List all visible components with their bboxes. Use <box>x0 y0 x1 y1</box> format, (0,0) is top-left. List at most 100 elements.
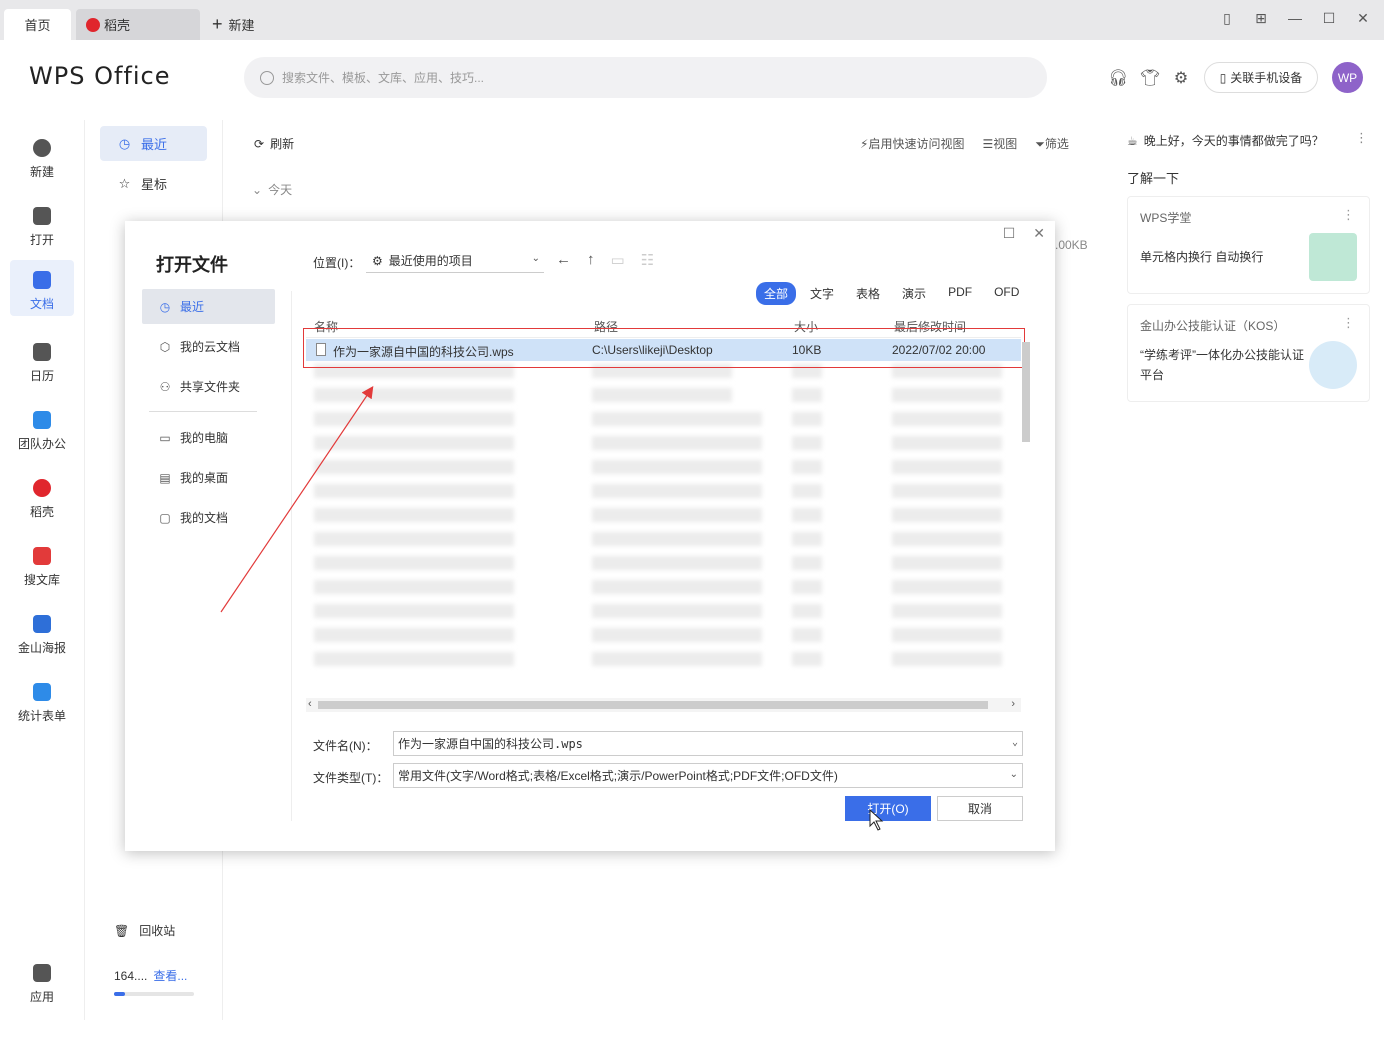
grid-icon[interactable]: ⊞ <box>1252 10 1270 27</box>
card-wps-academy[interactable]: WPS学堂 ⋮ 单元格内换行 自动换行 <box>1127 196 1370 294</box>
rail-docs[interactable]: 文档 <box>10 260 74 316</box>
rail-poster[interactable]: 金山海报 <box>10 604 74 660</box>
rail-open[interactable]: 打开 <box>10 196 74 252</box>
location-select[interactable]: ⚙ 最近使用的项目 ⌄ <box>366 249 544 273</box>
refresh-label: 刷新 <box>270 137 295 151</box>
apps-icon <box>33 964 51 982</box>
rail-team[interactable]: 团队办公 <box>10 400 74 456</box>
nav-star[interactable]: ☆ 星标 <box>100 166 207 201</box>
scroll-thumb[interactable] <box>1022 342 1030 442</box>
rail-apps[interactable]: 应用 <box>10 953 74 1009</box>
filename-label: 文件名(N)： <box>313 739 378 753</box>
more-icon[interactable]: ⋮ <box>1355 130 1368 146</box>
rail-library[interactable]: 搜文库 <box>10 536 74 592</box>
nav-recent[interactable]: ◷ 最近 <box>100 126 207 161</box>
tab-home-label: 首页 <box>24 18 51 33</box>
rail-new[interactable]: 新建 <box>10 128 74 184</box>
kos-thumb-icon <box>1309 341 1357 389</box>
header-icons: 🎧︎ 👕︎ ⚙ <box>1108 68 1190 88</box>
poster-icon <box>33 615 51 633</box>
filetype-select[interactable]: 常用文件(文字/Word格式;表格/Excel格式;演示/PowerPoint格… <box>393 763 1023 788</box>
trash-icon: 🗑︎ <box>114 923 130 938</box>
more-icon[interactable]: ⋮ <box>1342 207 1355 223</box>
card-title: WPS学堂 <box>1140 211 1192 225</box>
dlg-side-label: 最近 <box>180 300 205 314</box>
open-file-dialog: 打开文件 ☐ ✕ ◷ 最近 ⬡ 我的云文档 ⚇ 共享文件夹 ▭ 我的电脑 ▤ 我的桌面 ▢… <box>125 221 1055 851</box>
dlg-side-desktop[interactable]: ▤ 我的桌面 <box>142 460 275 495</box>
rail-apps-label: 应用 <box>29 990 54 1004</box>
tab-new[interactable]: + 新建 <box>212 9 255 40</box>
close-icon[interactable]: ✕ <box>1354 10 1372 27</box>
more-icon[interactable]: ⋮ <box>1342 315 1355 331</box>
tab-daoke[interactable]: 稻壳 <box>76 9 200 40</box>
learn-title: 了解一下 <box>1127 171 1180 186</box>
dialog-title: 打开文件 <box>156 255 228 275</box>
back-arrow-icon[interactable]: ← <box>556 251 571 269</box>
dlg-side-shared[interactable]: ⚇ 共享文件夹 <box>142 369 275 404</box>
today-label: 今天 <box>268 183 293 197</box>
rail-daoke[interactable]: 稻壳 <box>10 468 74 524</box>
scroll-thumb[interactable] <box>318 701 988 709</box>
dlg-side-divider <box>149 411 257 412</box>
vertical-scrollbar[interactable] <box>1020 314 1032 694</box>
horizontal-scrollbar[interactable]: ‹ › <box>306 698 1021 712</box>
rail-form[interactable]: 统计表单 <box>10 672 74 728</box>
filter-slides[interactable]: 演示 <box>894 282 934 305</box>
scroll-right-icon[interactable]: › <box>1011 698 1015 710</box>
filter-sheet[interactable]: 表格 <box>848 282 888 305</box>
card-kos[interactable]: 金山办公技能认证（KOS） ⋮ “学练考评”一体化办公技能认证平台 <box>1127 304 1370 402</box>
dlg-side-cloud[interactable]: ⬡ 我的云文档 <box>142 329 275 364</box>
cancel-button[interactable]: 取消 <box>937 796 1023 821</box>
close-icon[interactable]: ✕ <box>1033 225 1045 242</box>
highlight-box <box>303 328 1025 368</box>
dlg-side-documents[interactable]: ▢ 我的文档 <box>142 500 275 535</box>
up-arrow-icon[interactable]: ↑ <box>587 251 595 269</box>
card-desc: “学练考评”一体化办公技能认证平台 <box>1140 348 1304 382</box>
view-button[interactable]: ☰视图 <box>982 135 1017 152</box>
dlg-side-recent[interactable]: ◷ 最近 <box>142 289 275 324</box>
minimize-icon[interactable]: — <box>1286 10 1304 27</box>
rail-daoke-label: 稻壳 <box>29 505 54 519</box>
maximize-icon[interactable]: ☐ <box>1003 225 1016 242</box>
window-controls: ▯ ⊞ — ☐ ✕ <box>1218 10 1372 27</box>
chevron-down-icon[interactable]: ⌄ <box>1010 769 1018 780</box>
team-icon <box>33 411 51 429</box>
today-group[interactable]: ⌄ 今天 <box>252 181 292 198</box>
quick-view-button[interactable]: ⚡︎启用快速访问视图 <box>860 135 964 152</box>
shirt-icon[interactable]: 👕︎ <box>1140 68 1160 88</box>
location-nav: ← ↑ ▭ ☷ <box>556 251 654 269</box>
dlg-side-label: 我的电脑 <box>180 431 229 445</box>
search-icon <box>260 70 274 85</box>
rail-calendar[interactable]: 日历 <box>10 332 74 388</box>
chevron-down-icon: ⌄ <box>531 253 540 264</box>
dlg-side-label: 我的文档 <box>180 511 229 525</box>
search-bar[interactable]: 搜索文件、模板、文库、应用、技巧... <box>244 57 1047 98</box>
greeting-text: 晚上好，今天的事情都做完了吗？ <box>1143 134 1324 148</box>
computer-icon: ▭ <box>159 430 171 445</box>
filter-text[interactable]: 文字 <box>802 282 842 305</box>
view-mode-icon: ☷ <box>640 252 655 269</box>
new-folder-icon: ▭ <box>610 252 625 269</box>
filter-ofd[interactable]: OFD <box>986 282 1027 305</box>
nav-recent-label: 最近 <box>141 137 168 152</box>
maximize-icon[interactable]: ☐ <box>1320 10 1338 27</box>
tab-home[interactable]: 首页 <box>4 9 71 40</box>
quick-view-label: 启用快速访问视图 <box>868 137 965 151</box>
filter-pdf[interactable]: PDF <box>940 282 980 305</box>
layout-icon[interactable]: ▯ <box>1218 10 1236 27</box>
link-phone-button[interactable]: ▯ 关联手机设备 <box>1204 62 1318 93</box>
filter-button[interactable]: ⏷筛选 <box>1035 135 1069 152</box>
open-button[interactable]: 打开(O) <box>845 796 931 821</box>
settings-icon[interactable]: ⚙ <box>1172 68 1190 88</box>
storage-link[interactable]: 查看... <box>153 969 187 983</box>
document-icon <box>33 271 51 289</box>
refresh-button[interactable]: ⟳ 刷新 <box>254 135 294 152</box>
dlg-side-computer[interactable]: ▭ 我的电脑 <box>142 420 275 455</box>
chevron-down-icon[interactable]: ⌄ <box>1012 737 1018 748</box>
headset-icon[interactable]: 🎧︎ <box>1108 68 1128 88</box>
recycle-bin[interactable]: 🗑︎ 回收站 <box>114 922 175 939</box>
filter-all[interactable]: 全部 <box>756 282 797 305</box>
avatar[interactable]: WP <box>1332 62 1363 93</box>
filename-input[interactable]: 作为一家源自中国的科技公司.wps ⌄ <box>393 731 1023 756</box>
scroll-left-icon[interactable]: ‹ <box>308 698 312 710</box>
